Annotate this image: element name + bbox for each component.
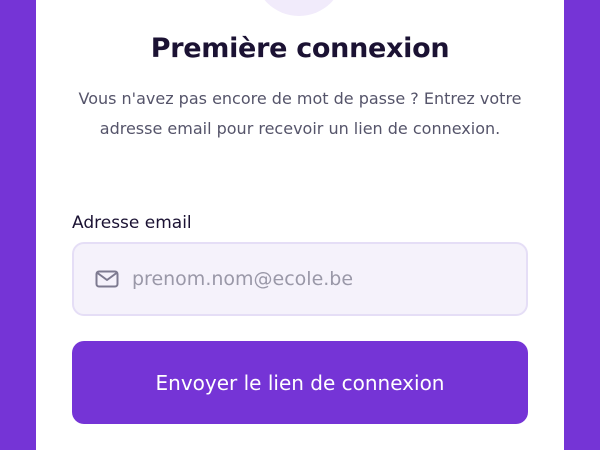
email-input[interactable]	[132, 259, 526, 299]
header-badge-circle	[254, 0, 344, 16]
email-field-label: Adresse email	[72, 213, 192, 233]
send-login-link-button[interactable]: Envoyer le lien de connexion	[72, 341, 528, 424]
mail-icon	[94, 269, 120, 289]
page-subtitle: Vous n'avez pas encore de mot de passe ?…	[78, 89, 522, 138]
email-field[interactable]	[72, 242, 528, 316]
page-title: Première connexion	[150, 33, 450, 64]
login-card: Première connexion Vous n'avez pas encor…	[36, 0, 564, 450]
